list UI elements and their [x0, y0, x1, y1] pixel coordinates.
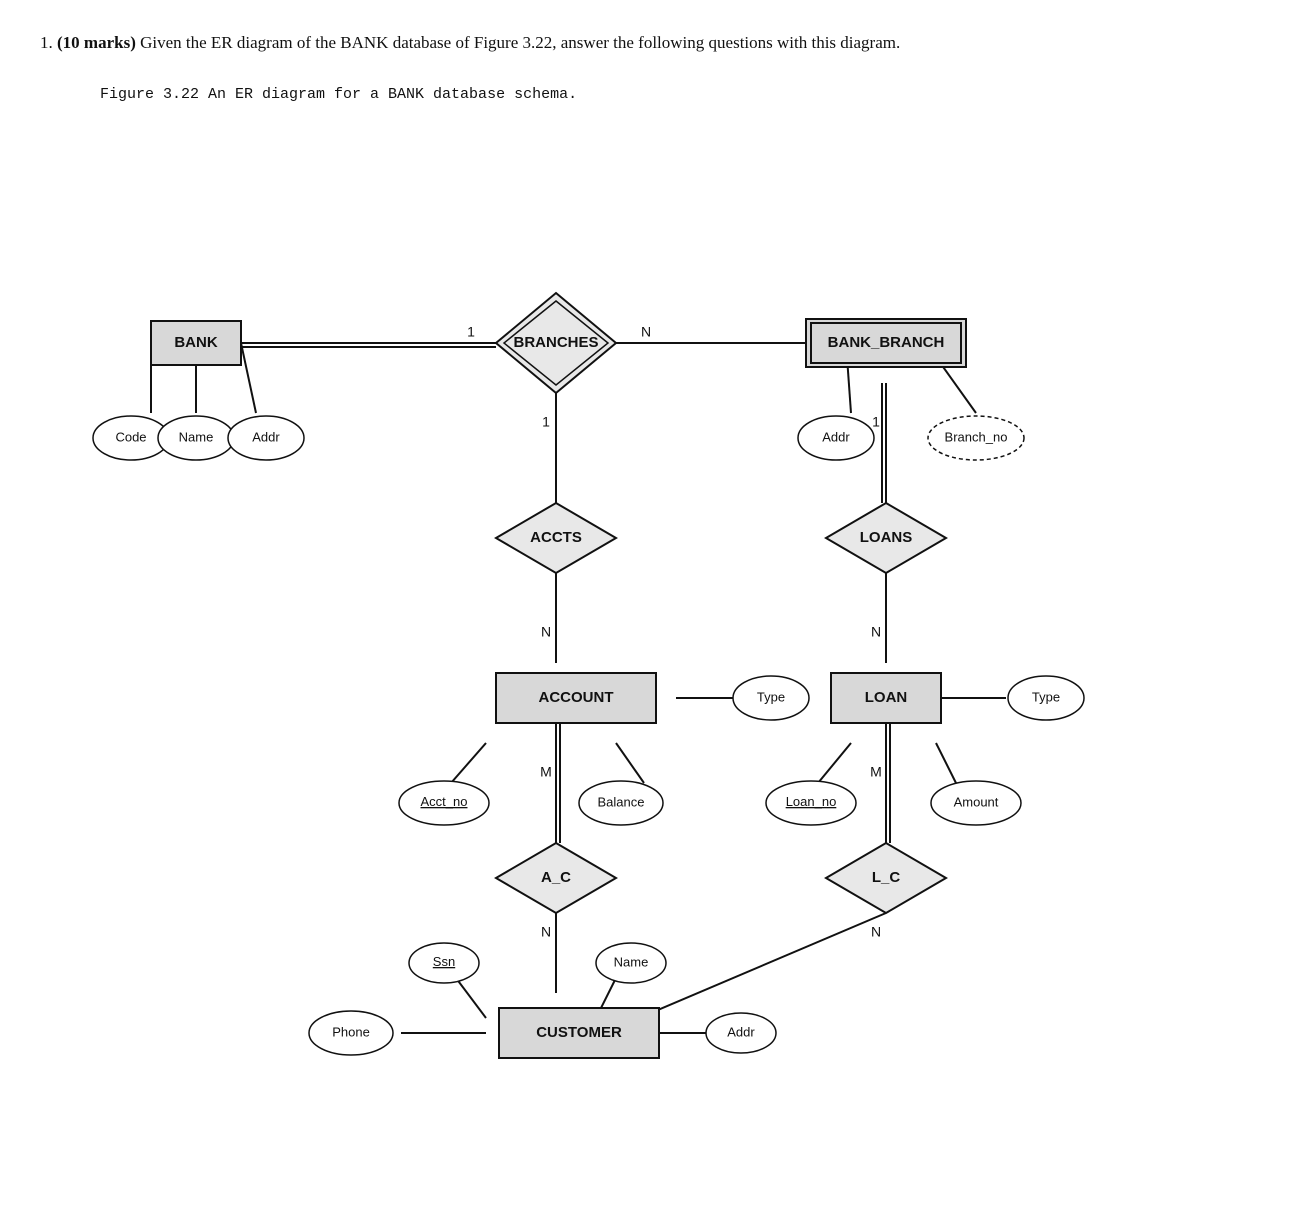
- svg-text:1: 1: [467, 323, 475, 339]
- bank-label: BANK: [174, 333, 217, 350]
- accts-label: ACCTS: [530, 528, 582, 545]
- svg-text:N: N: [871, 623, 881, 639]
- svg-text:N: N: [871, 923, 881, 939]
- loan-label: LOAN: [865, 688, 908, 705]
- svg-text:Type: Type: [757, 689, 785, 704]
- bank-branch-label: BANK_BRANCH: [828, 333, 945, 350]
- account-label: ACCOUNT: [539, 688, 614, 705]
- customer-label: CUSTOMER: [536, 1023, 622, 1040]
- svg-text:Name: Name: [179, 429, 214, 444]
- svg-text:Addr: Addr: [822, 429, 850, 444]
- svg-text:Code: Code: [115, 429, 146, 444]
- ac-label: A_C: [541, 868, 571, 885]
- svg-text:N: N: [641, 323, 651, 339]
- svg-text:N: N: [541, 923, 551, 939]
- svg-text:1: 1: [542, 413, 550, 429]
- er-diagram: 1 N 1 N 1 N M M N N BANK Code Name Addr …: [56, 123, 1236, 1073]
- figure-caption: Figure 3.22 An ER diagram for a BANK dat…: [100, 86, 1252, 103]
- lc-label: L_C: [872, 868, 901, 885]
- svg-text:Acct_no: Acct_no: [421, 794, 468, 809]
- svg-text:Addr: Addr: [252, 429, 280, 444]
- svg-text:Phone: Phone: [332, 1024, 370, 1039]
- svg-text:Name: Name: [614, 954, 649, 969]
- question-number: 1.: [40, 33, 53, 52]
- svg-text:Amount: Amount: [954, 794, 999, 809]
- svg-text:1: 1: [872, 413, 880, 429]
- branches-label: BRANCHES: [513, 333, 598, 350]
- svg-text:Branch_no: Branch_no: [945, 429, 1008, 444]
- svg-text:Balance: Balance: [598, 794, 645, 809]
- question-body: Given the ER diagram of the BANK databas…: [140, 33, 900, 52]
- loans-label: LOANS: [860, 528, 913, 545]
- svg-text:Loan_no: Loan_no: [786, 794, 837, 809]
- svg-text:N: N: [541, 623, 551, 639]
- question-text: 1. (10 marks) Given the ER diagram of th…: [40, 30, 1252, 56]
- svg-text:M: M: [870, 763, 882, 779]
- svg-text:Type: Type: [1032, 689, 1060, 704]
- question-marks: (10 marks): [57, 33, 136, 52]
- svg-text:Ssn: Ssn: [433, 954, 455, 969]
- svg-text:M: M: [540, 763, 552, 779]
- svg-text:Addr: Addr: [727, 1024, 755, 1039]
